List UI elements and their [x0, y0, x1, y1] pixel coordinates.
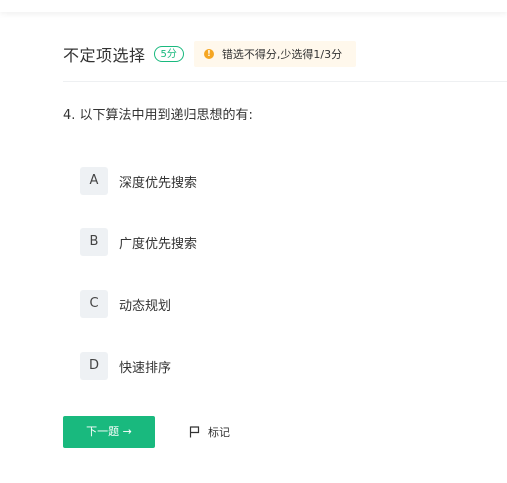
- option-d[interactable]: D 快速排序: [80, 352, 171, 380]
- mark-label: 标记: [208, 426, 230, 439]
- option-key: A: [80, 167, 108, 195]
- divider: [63, 81, 507, 82]
- option-label: 广度优先搜索: [119, 236, 198, 252]
- flag-icon: [189, 426, 200, 438]
- scoring-notice: ! 错选不得分,少选得1/3分: [193, 41, 357, 67]
- next-question-button[interactable]: 下一题 →: [63, 416, 155, 448]
- option-a[interactable]: A 深度优先搜索: [80, 167, 197, 195]
- option-label: 深度优先搜索: [119, 175, 198, 191]
- question-text: 4. 以下算法中用到递归思想的有:: [63, 108, 253, 123]
- option-label: 快速排序: [119, 360, 172, 376]
- mark-button[interactable]: 标记: [189, 424, 230, 440]
- option-key: D: [80, 352, 108, 380]
- option-b[interactable]: B 广度优先搜索: [80, 228, 197, 256]
- scoring-notice-text: 错选不得分,少选得1/3分: [221, 48, 343, 61]
- question-header: 不定项选择 5分 ! 错选不得分,少选得1/3分: [63, 41, 357, 67]
- option-c[interactable]: C 动态规划: [80, 290, 171, 318]
- option-key: C: [80, 290, 108, 318]
- top-bar: [0, 0, 507, 12]
- option-key: B: [80, 228, 108, 256]
- score-badge: 5分: [153, 46, 184, 62]
- question-type-title: 不定项选择: [63, 46, 146, 65]
- exclamation-icon: !: [203, 49, 214, 59]
- option-label: 动态规划: [119, 298, 172, 314]
